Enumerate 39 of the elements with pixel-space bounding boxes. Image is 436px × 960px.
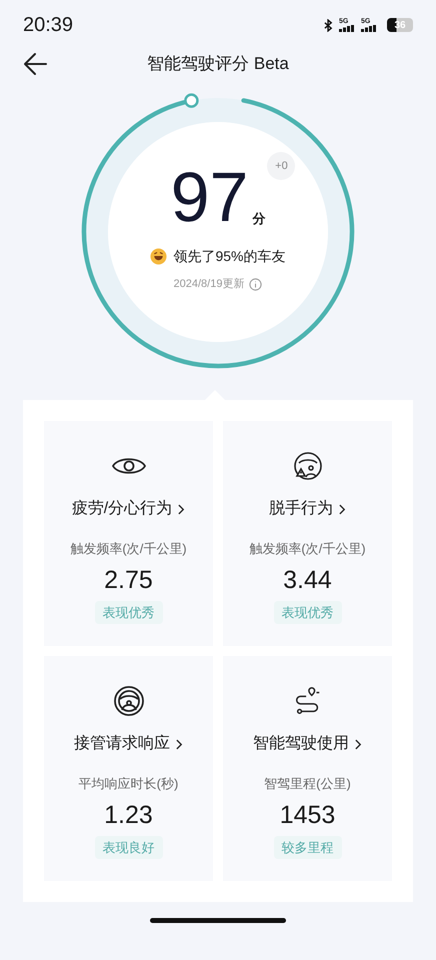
metric-value: 2.75: [104, 564, 153, 594]
score-unit: 分: [252, 210, 266, 228]
metric-card[interactable]: 疲劳/分心行为 触发频率(次/千公里) 2.75 表现优秀: [44, 421, 213, 646]
signal-icon: [361, 25, 377, 32]
metric-label: 触发频率(次/千公里): [249, 540, 366, 558]
metric-card[interactable]: 脱手行为 触发频率(次/千公里) 3.44 表现优秀: [223, 421, 392, 646]
chevron-right-icon: [178, 504, 186, 514]
steering-wheel-icon: [112, 685, 144, 717]
status-time: 20:39: [23, 13, 74, 38]
chevron-right-icon: [355, 738, 362, 750]
page-title: 智能驾驶评分 Beta: [147, 53, 289, 76]
score-value: 97: [170, 162, 248, 232]
update-date: 2024/8/19更新: [174, 276, 244, 292]
metric-value: 1453: [280, 800, 336, 830]
metric-value: 3.44: [283, 564, 332, 594]
metric-card[interactable]: 智能驾驶使用 智驾里程(公里) 1453 较多里程: [223, 656, 392, 881]
metric-title[interactable]: 接管请求响应: [74, 732, 170, 756]
rating-tag: 表现优秀: [94, 600, 162, 624]
metric-label: 智驾里程(公里): [264, 775, 351, 793]
rating-tag: 表现良好: [94, 836, 162, 859]
info-icon[interactable]: [249, 278, 262, 291]
back-arrow-icon: [22, 51, 48, 77]
bluetooth-icon: [324, 18, 333, 32]
chevron-right-icon: [339, 504, 346, 514]
metric-card[interactable]: 接管请求响应 平均响应时长(秒) 1.23 表现良好: [44, 656, 213, 881]
metric-title[interactable]: 智能驾驶使用: [253, 732, 349, 756]
metric-title[interactable]: 脱手行为: [269, 497, 333, 521]
metric-label: 平均响应时长(秒): [78, 775, 178, 793]
back-button[interactable]: [22, 51, 48, 77]
metric-value: 1.23: [104, 800, 153, 830]
rating-tag: 表现优秀: [274, 600, 342, 624]
smile-emoji-icon: [150, 248, 168, 265]
metric-label: 触发频率(次/千公里): [70, 540, 187, 558]
metric-title[interactable]: 疲劳/分心行为: [72, 497, 172, 521]
rank-text: 领先了95%的车友: [173, 247, 286, 266]
steering-warning-icon: [292, 450, 324, 482]
rating-tag: 较多里程: [274, 836, 342, 859]
signal-icon: [339, 25, 355, 32]
chevron-right-icon: [176, 738, 183, 750]
